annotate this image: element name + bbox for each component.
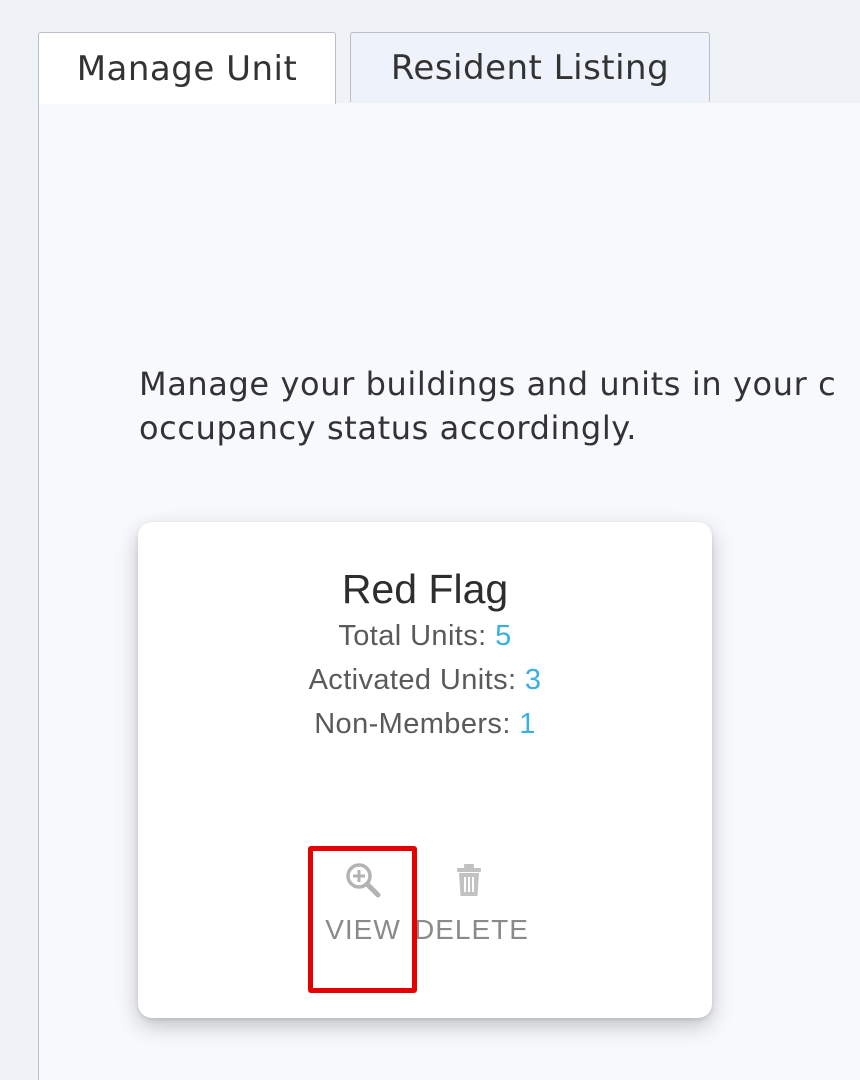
delete-button[interactable]: DELETE xyxy=(414,860,529,946)
tab-manage-unit[interactable]: Manage Unit xyxy=(38,32,336,104)
activated-units-value: 3 xyxy=(524,664,542,696)
total-units-value: 5 xyxy=(495,620,512,652)
view-button[interactable]: VIEW xyxy=(320,860,406,946)
tab-content-panel: Manage your buildings and units in your … xyxy=(38,103,860,1080)
non-members-label: Non-Members: xyxy=(314,708,511,740)
description-line-2: occupancy status accordingly. xyxy=(139,409,638,447)
tab-resident-listing[interactable]: Resident Listing xyxy=(350,32,710,102)
view-button-label: VIEW xyxy=(325,914,401,945)
tab-manage-unit-label: Manage Unit xyxy=(76,48,298,89)
page-description: Manage your buildings and units in your … xyxy=(139,362,860,450)
manage-unit-page: Manage Unit Resident Listing Manage your… xyxy=(0,0,860,1080)
delete-button-label: DELETE xyxy=(414,914,529,945)
non-members-stat: Non-Members: 1 xyxy=(138,708,712,741)
building-name: Red Flag xyxy=(341,566,509,612)
total-units-label: Total Units: xyxy=(338,620,487,652)
tab-resident-listing-label: Resident Listing xyxy=(390,47,670,88)
activated-units-stat: Activated Units: 3 xyxy=(138,664,712,697)
zoom-in-icon xyxy=(346,863,381,898)
non-members-value: 1 xyxy=(519,708,536,740)
total-units-stat: Total Units: 5 xyxy=(138,620,712,653)
building-card: Red Flag Total Units: 5 Activated Units:… xyxy=(138,522,712,1018)
description-line-1: Manage your buildings and units in your … xyxy=(139,365,837,403)
trash-icon xyxy=(457,864,481,896)
activated-units-label: Activated Units: xyxy=(308,664,517,696)
